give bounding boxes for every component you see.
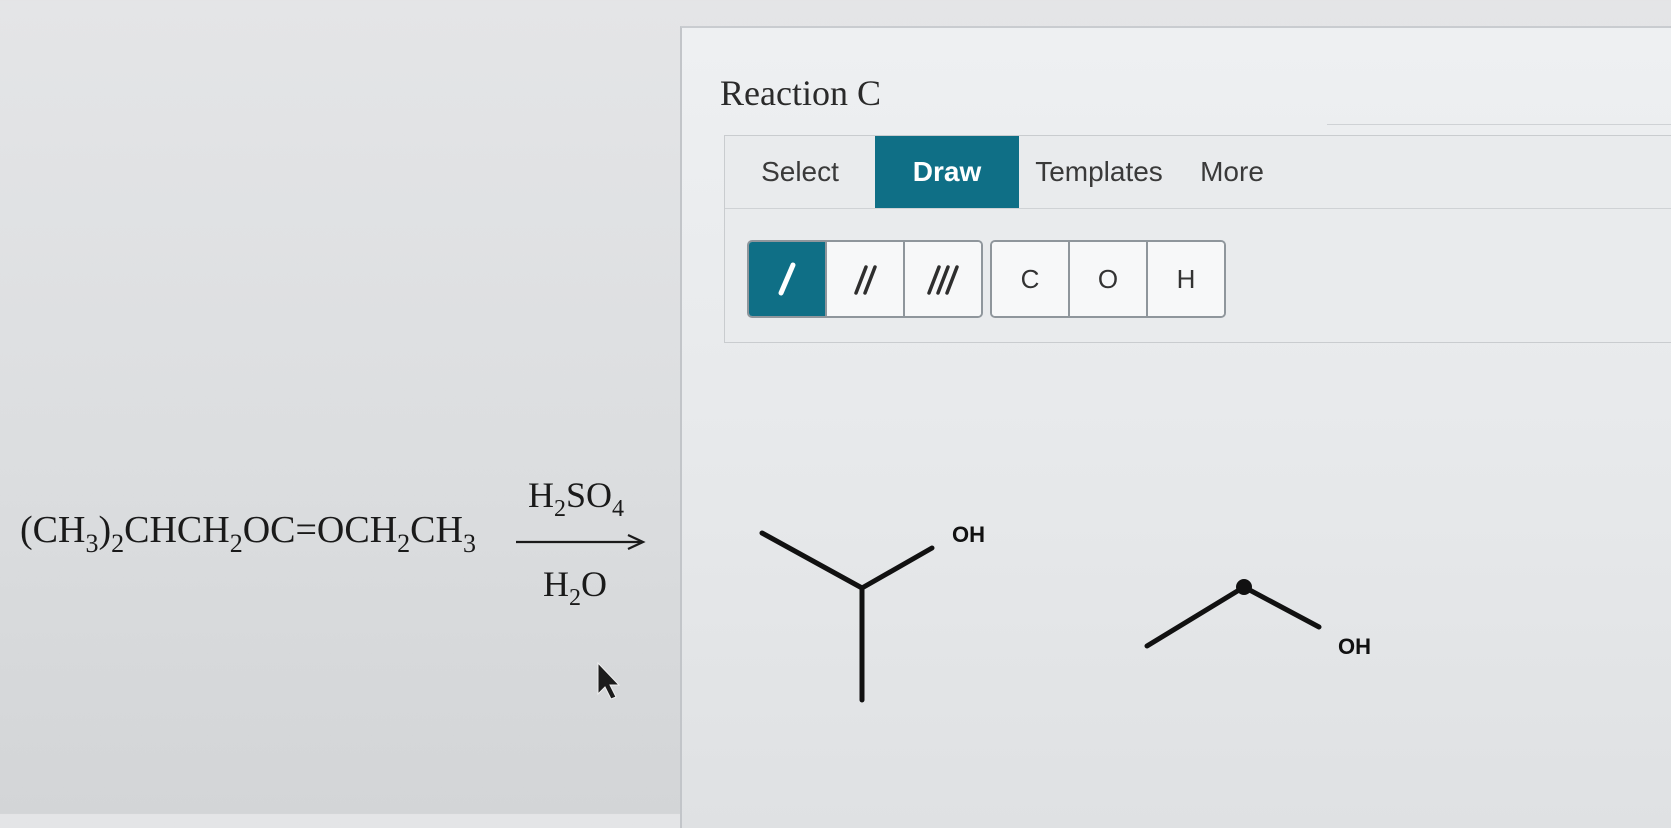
oh-label: OH [952, 522, 985, 547]
sketcher-panel: Reaction C Select Draw Templates More C … [680, 26, 1671, 828]
reactant-formula: (CH3)2CHCH2OC=OCH2CH3 [20, 509, 476, 558]
reaction-arrow [516, 534, 646, 550]
mouse-cursor-icon [597, 661, 621, 700]
oh-label: OH [1338, 634, 1371, 659]
molecule-isopropanol[interactable]: OH [759, 522, 985, 703]
selected-atom-dot[interactable] [1236, 579, 1252, 595]
reaction-equation: (CH3)2CHCH2OC=OCH2CH3 H2SO4 H2O [20, 475, 646, 700]
reagent-bottom: H2O [543, 564, 607, 611]
reagent-top: H2SO4 [528, 475, 624, 522]
drawing-canvas[interactable]: OH OH [682, 28, 1671, 828]
problem-area: (CH3)2CHCH2OC=OCH2CH3 H2SO4 H2O [0, 0, 680, 814]
molecule-ethanol[interactable]: OH [1144, 579, 1371, 659]
